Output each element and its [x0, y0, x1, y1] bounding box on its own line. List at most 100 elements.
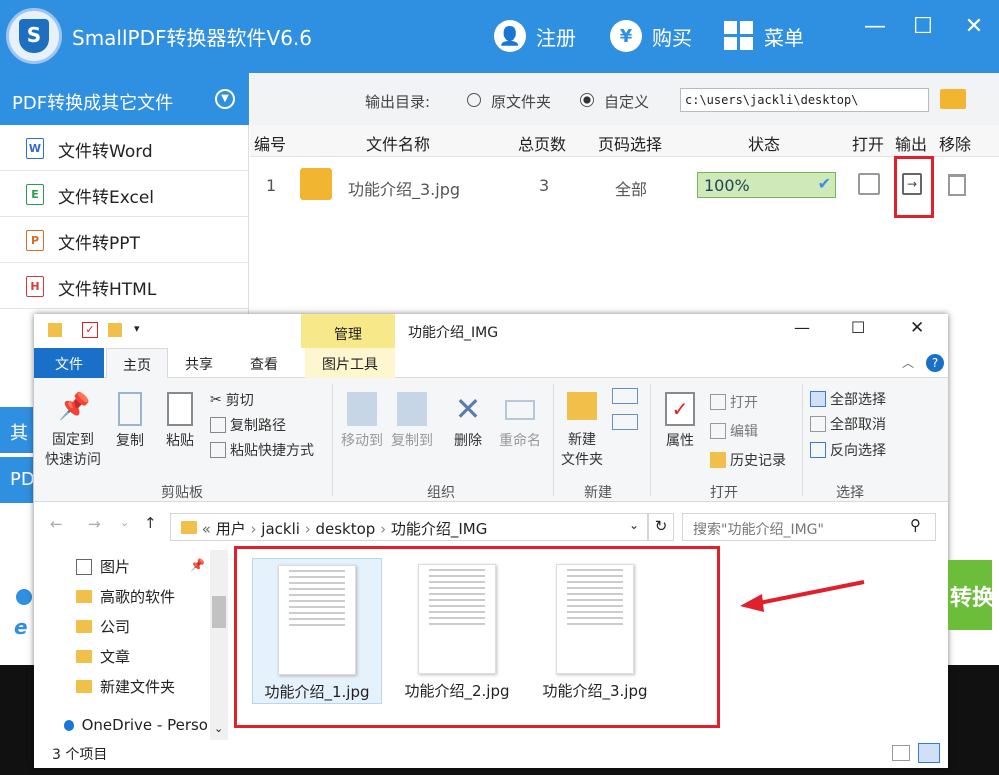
- cut-button[interactable]: ✂ 剪切: [210, 390, 254, 410]
- nav-item-onedrive[interactable]: OneDrive - Perso: [64, 716, 208, 734]
- sidebar-header[interactable]: PDF转换成其它文件 ▼: [0, 73, 249, 125]
- ribbon: 📌 固定到 快速访问 复制 粘贴 ✂ 剪切 复制路径 粘贴快捷方式 剪贴板 移动到…: [34, 378, 948, 502]
- minimize-button[interactable]: —: [860, 14, 890, 39]
- properties-button[interactable]: ✓ 属性: [660, 392, 700, 450]
- tab-picture-tools[interactable]: 图片工具: [305, 348, 395, 378]
- breadcrumb-jackli[interactable]: jackli: [261, 520, 300, 538]
- sidebar-item-ppt[interactable]: P 文件转PPT: [0, 217, 249, 263]
- buy-button[interactable]: ¥ 购买: [610, 18, 692, 54]
- copy-icon: [118, 392, 142, 426]
- output-directory-bar: 输出目录: 原文件夹 自定义 c:\users\jackli\desktop\: [250, 73, 999, 125]
- breadcrumb[interactable]: « 用户 › jackli › desktop › 功能介绍_IMG ⌄: [170, 513, 648, 541]
- select-all-button[interactable]: 全部选择: [810, 389, 886, 409]
- group-open: 打开: [710, 485, 738, 501]
- sidebar-item-word[interactable]: W 文件转Word: [0, 125, 249, 171]
- sidebar-section-other[interactable]: 其: [0, 407, 33, 453]
- search-input[interactable]: 搜索"功能介绍_IMG": [682, 513, 936, 541]
- sidebar-section-pdf[interactable]: PD: [0, 457, 35, 503]
- open-icon: [710, 394, 726, 410]
- radio-original-label[interactable]: 原文件夹: [491, 91, 551, 112]
- forward-arrow-icon[interactable]: →: [88, 515, 101, 533]
- menu-button[interactable]: 菜单: [724, 18, 804, 54]
- paste-button[interactable]: 粘贴: [160, 392, 200, 450]
- edit-button[interactable]: 编辑: [710, 421, 758, 441]
- breadcrumb-users[interactable]: 用户: [216, 520, 246, 538]
- explorer-minimize[interactable]: —: [794, 318, 810, 337]
- register-button[interactable]: 👤 注册: [494, 18, 576, 54]
- sidebar-item-excel[interactable]: E 文件转Excel: [0, 171, 249, 217]
- scroll-down-icon[interactable]: ⌄: [214, 722, 223, 735]
- help-icon[interactable]: ?: [926, 354, 944, 372]
- tab-home[interactable]: 主页: [106, 348, 168, 379]
- col-num: 编号: [254, 135, 287, 154]
- tab-view[interactable]: 查看: [250, 354, 278, 374]
- large-icons-view-icon[interactable]: [918, 743, 940, 763]
- qa-dropdown-icon[interactable]: ▾: [134, 322, 140, 335]
- sidebar-item-html[interactable]: H 文件转HTML: [0, 263, 249, 309]
- radio-custom-label[interactable]: 自定义: [604, 91, 649, 112]
- group-organize: 组织: [427, 485, 455, 501]
- radio-custom[interactable]: [580, 93, 594, 107]
- back-arrow-icon[interactable]: ←: [50, 515, 63, 533]
- copy-to-button[interactable]: 复制到: [388, 392, 436, 450]
- nav-item-folder-1[interactable]: 高歌的软件: [76, 586, 175, 607]
- new-folder-button[interactable]: 新建 文件夹: [556, 392, 608, 470]
- open-external-icon[interactable]: [858, 173, 880, 195]
- address-dropdown-icon[interactable]: ⌄: [629, 518, 639, 532]
- select-none-button[interactable]: 全部取消: [810, 414, 886, 434]
- new-item-icon[interactable]: [612, 388, 638, 404]
- breadcrumb-desktop[interactable]: desktop: [315, 520, 375, 538]
- properties-qa-icon[interactable]: ✓: [82, 322, 98, 338]
- image-file-icon: [300, 168, 332, 200]
- folder-icon: [76, 650, 92, 663]
- search-icon[interactable]: ⚲: [910, 516, 921, 534]
- nav-scrollbar[interactable]: ⌄: [210, 550, 228, 740]
- trash-icon[interactable]: [948, 174, 966, 196]
- explorer-maximize[interactable]: ☐: [851, 318, 865, 337]
- recent-dropdown-icon[interactable]: ⌄: [120, 516, 129, 529]
- nav-item-folder-3[interactable]: 文章: [76, 646, 130, 667]
- nav-item-folder-4[interactable]: 新建文件夹: [76, 676, 175, 697]
- invert-selection-button[interactable]: 反向选择: [810, 440, 886, 460]
- table-row[interactable]: 1 功能介绍_3.jpg 3 全部 100% ✔ →: [250, 156, 999, 218]
- easy-access-icon[interactable]: [612, 414, 638, 430]
- tab-share[interactable]: 共享: [185, 354, 213, 374]
- qq-icon[interactable]: [16, 589, 32, 605]
- close-button[interactable]: ✕: [959, 14, 989, 39]
- history-button[interactable]: 历史记录: [710, 450, 786, 470]
- radio-original[interactable]: [467, 93, 481, 107]
- delete-button[interactable]: ✕ 删除: [448, 392, 488, 450]
- ie-icon[interactable]: e: [14, 615, 28, 639]
- up-arrow-icon[interactable]: ↑: [144, 514, 157, 532]
- output-path-input[interactable]: c:\users\jackli\desktop\: [680, 88, 929, 112]
- move-to-button[interactable]: 移动到: [338, 392, 386, 450]
- row-range[interactable]: 全部: [615, 176, 647, 200]
- details-view-icon[interactable]: [892, 745, 910, 761]
- copy-path-button[interactable]: 复制路径: [210, 415, 286, 435]
- tab-file[interactable]: 文件: [34, 348, 104, 378]
- explorer-close[interactable]: ✕: [910, 318, 924, 338]
- new-folder-qa-icon[interactable]: [108, 323, 122, 337]
- rename-button[interactable]: 重命名: [496, 392, 544, 450]
- copy-button[interactable]: 复制: [112, 392, 148, 450]
- ppt-file-icon: P: [26, 230, 44, 251]
- nav-item-pictures[interactable]: 图片: [76, 556, 130, 577]
- manage-tab-header[interactable]: 管理: [301, 314, 395, 348]
- edit-icon: [710, 423, 726, 439]
- paste-shortcut-button[interactable]: 粘贴快捷方式: [210, 440, 314, 460]
- maximize-button[interactable]: ☐: [908, 14, 938, 39]
- paste-icon: [167, 392, 193, 426]
- scrollbar-thumb[interactable]: [212, 596, 226, 628]
- ribbon-collapse-icon[interactable]: ︿: [902, 354, 914, 371]
- history-icon: [710, 452, 726, 468]
- open-button[interactable]: 打开: [710, 392, 758, 412]
- refresh-icon[interactable]: ↻: [648, 513, 674, 541]
- nav-item-folder-2[interactable]: 公司: [76, 616, 130, 637]
- ribbon-tabs: 文件 主页 共享 查看 图片工具 ︿ ?: [34, 348, 948, 379]
- col-pages: 总页数: [518, 135, 567, 154]
- pin-button[interactable]: 📌 固定到 快速访问: [40, 392, 106, 470]
- folder-browse-icon[interactable]: [940, 89, 966, 109]
- col-filename: 文件名称: [366, 135, 431, 154]
- breadcrumb-current[interactable]: 功能介绍_IMG: [391, 520, 488, 538]
- convert-button-partial[interactable]: 转换: [948, 560, 992, 630]
